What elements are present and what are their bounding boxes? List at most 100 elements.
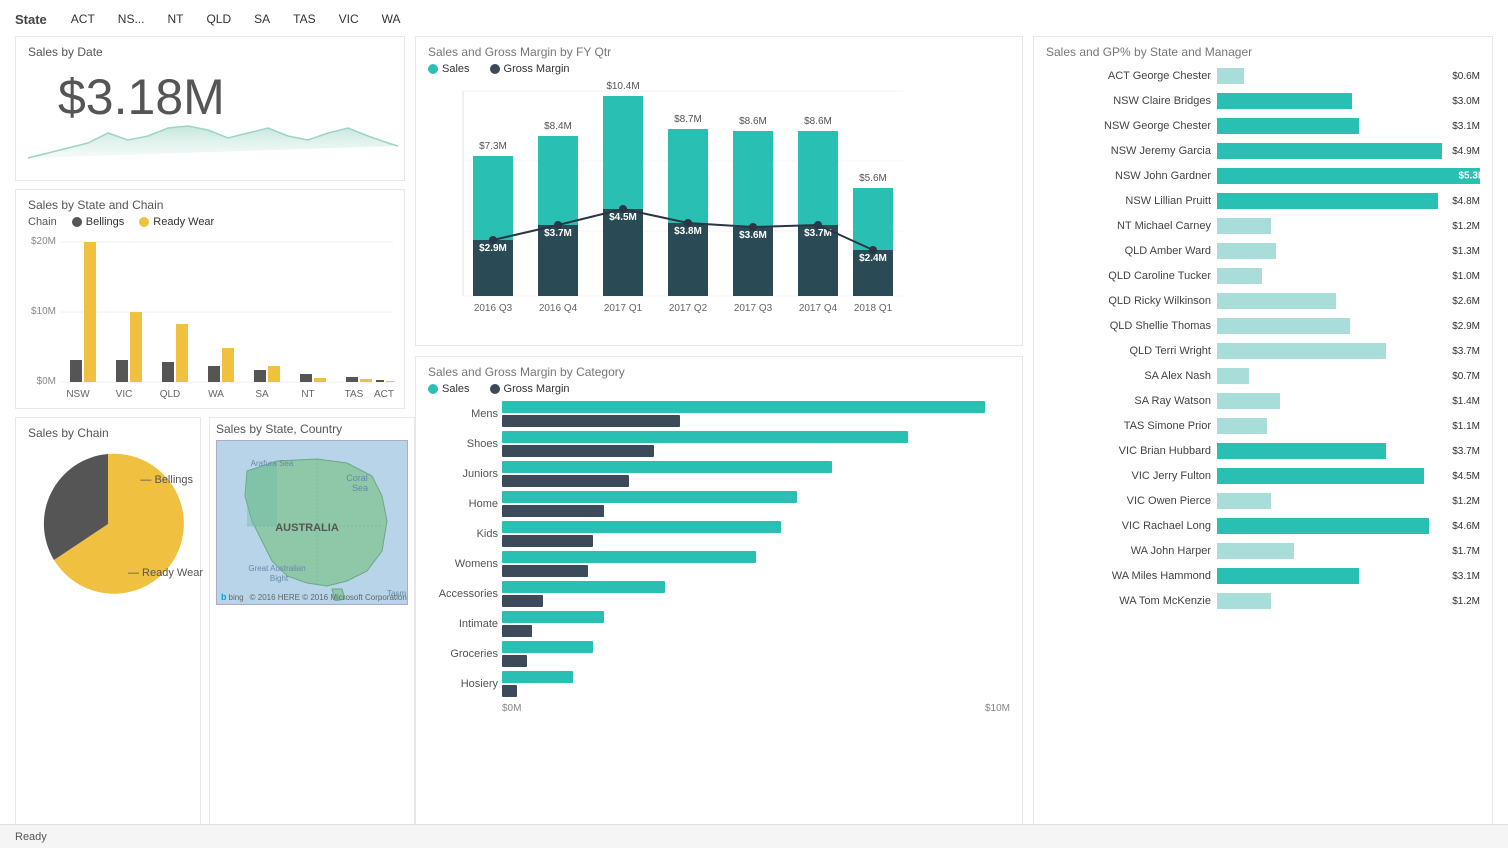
sales-state-country-card: Sales by State, Country AUS (209, 417, 415, 836)
chain-legend-label: Chain (28, 216, 57, 228)
category-card: Sales and Gross Margin by Category Sales… (415, 356, 1023, 836)
gp-val-sa-alex: $0.7M (1452, 371, 1480, 382)
filter-wa[interactable]: WA (378, 10, 405, 28)
cat-bars-mens (502, 401, 1010, 427)
cat-bars-groceries (502, 641, 1010, 667)
cat-row-womens: Womens (428, 551, 1010, 577)
gp-row-qld-caroline: QLD Caroline Tucker $1.0M (1046, 265, 1480, 287)
readywear-dot (139, 217, 149, 227)
gp-bar-qld-shellie (1217, 318, 1442, 334)
sales-state-chain-title: Sales by State and Chain (28, 198, 392, 212)
filter-sa[interactable]: SA (250, 10, 274, 28)
filter-vic[interactable]: VIC (335, 10, 363, 28)
pie-chart (28, 444, 188, 604)
bottom-left-grid: Sales by Chain — Bellings — Ready Wear S… (15, 417, 405, 836)
map-svg: AUSTRALIA Coral Sea Arafura Sea Great Au… (217, 441, 407, 601)
svg-text:$20M: $20M (31, 236, 56, 247)
svg-text:$3.8M: $3.8M (674, 226, 702, 237)
sales-chain-title: Sales by Chain (28, 426, 188, 440)
gp-name-vic-jerry: VIC Jerry Fulton (1046, 470, 1211, 482)
gp-bar-fill-vic-rachael (1217, 518, 1429, 534)
svg-text:Coral: Coral (346, 473, 368, 483)
svg-text:2017 Q3: 2017 Q3 (734, 303, 773, 314)
gp-name-qld-ricky: QLD Ricky Wilkinson (1046, 295, 1211, 307)
margin-legend-fy: Gross Margin (490, 63, 570, 75)
cat-label-shoes: Shoes (428, 438, 498, 450)
gp-val-wa-tom: $1.2M (1452, 596, 1480, 607)
gp-row-act-george: ACT George Chester $0.6M (1046, 65, 1480, 87)
gp-bar-fill-sa-alex (1217, 368, 1249, 384)
gp-val-vic-jerry: $4.5M (1452, 471, 1480, 482)
gp-row-qld-amber: QLD Amber Ward $1.3M (1046, 240, 1480, 262)
home-sales-bar (502, 491, 797, 503)
gp-name-sa-ray: SA Ray Watson (1046, 395, 1211, 407)
kids-margin-bar (502, 535, 593, 547)
gp-bar-fill-sa-ray (1217, 393, 1280, 409)
cat-label-mens: Mens (428, 408, 498, 420)
bellings-legend: Bellings (72, 216, 125, 228)
gp-bar-wa-tom (1217, 593, 1442, 609)
shoes-margin-bar (502, 445, 654, 457)
gp-val-tas-simone: $1.1M (1452, 421, 1480, 432)
svg-text:$7.3M: $7.3M (479, 141, 507, 152)
accessories-sales-bar (502, 581, 665, 593)
state-chain-bar-chart: $20M $10M $0M (28, 232, 398, 402)
cat-row-home: Home (428, 491, 1010, 517)
gp-val-nsw-lillian: $4.8M (1452, 196, 1480, 207)
fy-chart-title: Sales and Gross Margin by FY Qtr (428, 45, 1010, 59)
filter-act[interactable]: ACT (67, 10, 99, 28)
svg-text:$8.7M: $8.7M (674, 114, 702, 125)
cat-sales-dot (428, 384, 438, 394)
sales-legend-fy: Sales (428, 63, 470, 75)
gp-bar-qld-ricky (1217, 293, 1442, 309)
gp-bar-fill-qld-shellie (1217, 318, 1350, 334)
cat-x-axis: $0M $10M (428, 703, 1010, 714)
gp-bar-fill-nsw-george (1217, 118, 1359, 134)
cat-x-10: $10M (985, 703, 1010, 714)
svg-text:2017 Q2: 2017 Q2 (669, 303, 708, 314)
gp-val-vic-owen: $1.2M (1452, 496, 1480, 507)
juniors-sales-bar (502, 461, 832, 473)
svg-text:$5.6M: $5.6M (859, 173, 887, 184)
gp-list: ACT George Chester $0.6M NSW Claire Brid… (1046, 65, 1480, 612)
intimate-margin-bar (502, 625, 532, 637)
svg-text:Great Australian: Great Australian (248, 564, 305, 573)
svg-text:$10M: $10M (31, 306, 56, 317)
svg-text:QLD: QLD (160, 389, 181, 400)
gp-val-nsw-george: $3.1M (1452, 121, 1480, 132)
sales-by-chain-card: Sales by Chain — Bellings — Ready Wear (15, 417, 201, 836)
svg-text:$3.6M: $3.6M (739, 230, 767, 241)
readywear-legend: Ready Wear (139, 216, 214, 228)
gp-bar-nsw-john: $5.3M (1217, 168, 1470, 184)
groceries-sales-bar (502, 641, 593, 653)
gp-row-sa-ray: SA Ray Watson $1.4M (1046, 390, 1480, 412)
gp-val-nsw-jeremy: $4.9M (1452, 146, 1480, 157)
gp-bar-wa-john (1217, 543, 1442, 559)
category-chart-title: Sales and Gross Margin by Category (428, 365, 1010, 379)
filter-nt[interactable]: NT (163, 10, 187, 28)
cat-row-shoes: Shoes (428, 431, 1010, 457)
gp-val-qld-amber: $1.3M (1452, 246, 1480, 257)
cat-row-accessories: Accessories (428, 581, 1010, 607)
gp-card: Sales and GP% by State and Manager ACT G… (1033, 36, 1493, 836)
cat-row-hosiery: Hosiery (428, 671, 1010, 697)
svg-text:$8.4M: $8.4M (544, 121, 572, 132)
svg-text:$4.5M: $4.5M (609, 212, 637, 223)
filter-tas[interactable]: TAS (289, 10, 319, 28)
cat-label-kids: Kids (428, 528, 498, 540)
gp-bar-nsw-jeremy (1217, 143, 1442, 159)
gp-bar-qld-amber (1217, 243, 1442, 259)
gp-bar-fill-nsw-jeremy (1217, 143, 1442, 159)
gp-val-sa-ray: $1.4M (1452, 396, 1480, 407)
svg-text:$2.9M: $2.9M (479, 243, 507, 254)
cat-bars-intimate (502, 611, 1010, 637)
gp-name-wa-miles: WA Miles Hammond (1046, 570, 1211, 582)
gp-bar-fill-qld-amber (1217, 243, 1276, 259)
gp-name-wa-john: WA John Harper (1046, 545, 1211, 557)
filter-ns[interactable]: NS... (114, 10, 149, 28)
cat-label-home: Home (428, 498, 498, 510)
bellings-dot (72, 217, 82, 227)
status-text: Ready (15, 831, 47, 843)
filter-qld[interactable]: QLD (202, 10, 235, 28)
gp-bar-fill-nsw-john: $5.3M (1217, 168, 1480, 184)
